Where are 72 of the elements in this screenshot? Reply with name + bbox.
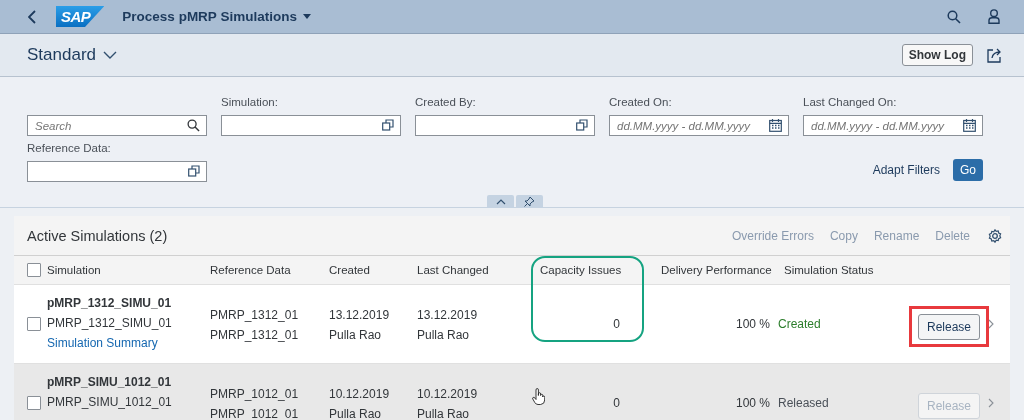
app-title[interactable]: Process pMRP Simulations [122, 9, 297, 24]
table-cell-text: PMRP_1012_01 [210, 406, 300, 420]
collapse-button[interactable] [487, 195, 514, 208]
table-title: Active Simulations (2) [27, 227, 168, 244]
search-field[interactable]: Search [27, 115, 207, 136]
hand-cursor-icon [532, 388, 545, 405]
back-icon[interactable] [28, 9, 36, 24]
show-log-button[interactable]: Show Log [901, 44, 973, 66]
simulation-description: PMRP_SIMU_1012_01 [47, 394, 173, 411]
filter-label: Created On: [609, 96, 673, 110]
table-cell-text: PMRP_1012_01 [210, 386, 300, 403]
column-header: Delivery Performance [660, 264, 773, 276]
settings-icon[interactable] [988, 228, 1002, 243]
table-cell-text: 13.12.2019 [329, 307, 391, 324]
share-icon[interactable] [987, 47, 1002, 63]
logo[interactable]: SAP [56, 6, 105, 27]
search-icon[interactable] [947, 9, 961, 24]
adapt-filters-link[interactable]: Adapt Filters [872, 163, 940, 181]
table-cell-text: 100 % [735, 316, 770, 333]
column-header: Last Changed [417, 264, 490, 276]
table-cell-text: 0 [613, 316, 620, 333]
release-button[interactable]: Release [917, 314, 980, 340]
table-cell-text: 10.12.2019 [417, 386, 479, 403]
filter-field[interactable] [221, 115, 401, 136]
search-icon[interactable] [187, 119, 200, 132]
table-cell-text: 10.12.2019 [329, 386, 391, 403]
column-header: Capacity Issues [539, 264, 623, 276]
column-header: Reference Data [210, 264, 292, 276]
table-cell-text: Pulla Rao [417, 406, 471, 420]
table-cell-text: Pulla Rao [417, 327, 471, 344]
table-cell-text: Pulla Rao [329, 406, 383, 420]
table-cell-text: 0 [613, 395, 620, 412]
column-header: Simulation [47, 264, 102, 276]
value-help-icon[interactable] [576, 119, 588, 131]
column-header: Created [329, 264, 371, 276]
status-text: Released [778, 395, 830, 412]
filter-field[interactable] [27, 161, 207, 182]
calendar-icon[interactable] [963, 119, 976, 132]
calendar-icon[interactable] [769, 119, 782, 132]
column-header: Simulation Status [783, 264, 875, 276]
simulation-name: pMRP_SIMU_1012_01 [47, 374, 173, 391]
table-cell-text: 13.12.2019 [417, 307, 479, 324]
filter-field[interactable]: dd.MM.yyyy - dd.MM.yyyy [609, 115, 789, 136]
value-help-icon[interactable] [382, 119, 394, 131]
value-help-icon[interactable] [188, 165, 200, 177]
filter-label: Last Changed On: [803, 96, 898, 110]
chevron-right-icon[interactable] [988, 319, 994, 329]
simulation-description: PMRP_1312_SIMU_01 [47, 315, 173, 332]
table-cell-text: PMRP_1312_01 [210, 307, 300, 324]
row-checkbox[interactable] [27, 396, 41, 410]
filter-label: Simulation: [221, 96, 279, 110]
chevron-right-icon[interactable] [988, 398, 994, 408]
pin-icon[interactable] [524, 196, 535, 207]
select-all-checkbox[interactable] [27, 263, 41, 277]
table-cell-text: Pulla Rao [329, 327, 383, 344]
filter-field[interactable]: dd.MM.yyyy - dd.MM.yyyy [803, 115, 983, 136]
chevron-down-icon[interactable] [103, 51, 117, 59]
pin-button[interactable] [516, 195, 543, 208]
table-cell-text: 100 % [735, 395, 770, 412]
simulation-summary-link[interactable]: Simulation Summary [47, 333, 210, 353]
go-button[interactable]: Go [953, 159, 983, 181]
table-cell-text: PMRP_1312_01 [210, 327, 300, 344]
row-checkbox[interactable] [27, 317, 41, 331]
filter-label: Reference Data: [27, 142, 112, 156]
status-text: Created [778, 316, 822, 333]
user-icon[interactable] [988, 9, 1000, 24]
dropdown-icon[interactable] [302, 14, 311, 19]
variant-title[interactable]: Standard [27, 45, 96, 65]
filter-label: Created By: [415, 96, 477, 110]
filter-field[interactable] [415, 115, 595, 136]
caret-up-icon[interactable] [495, 198, 506, 205]
simulation-name: pMRP_1312_SIMU_01 [47, 295, 173, 312]
